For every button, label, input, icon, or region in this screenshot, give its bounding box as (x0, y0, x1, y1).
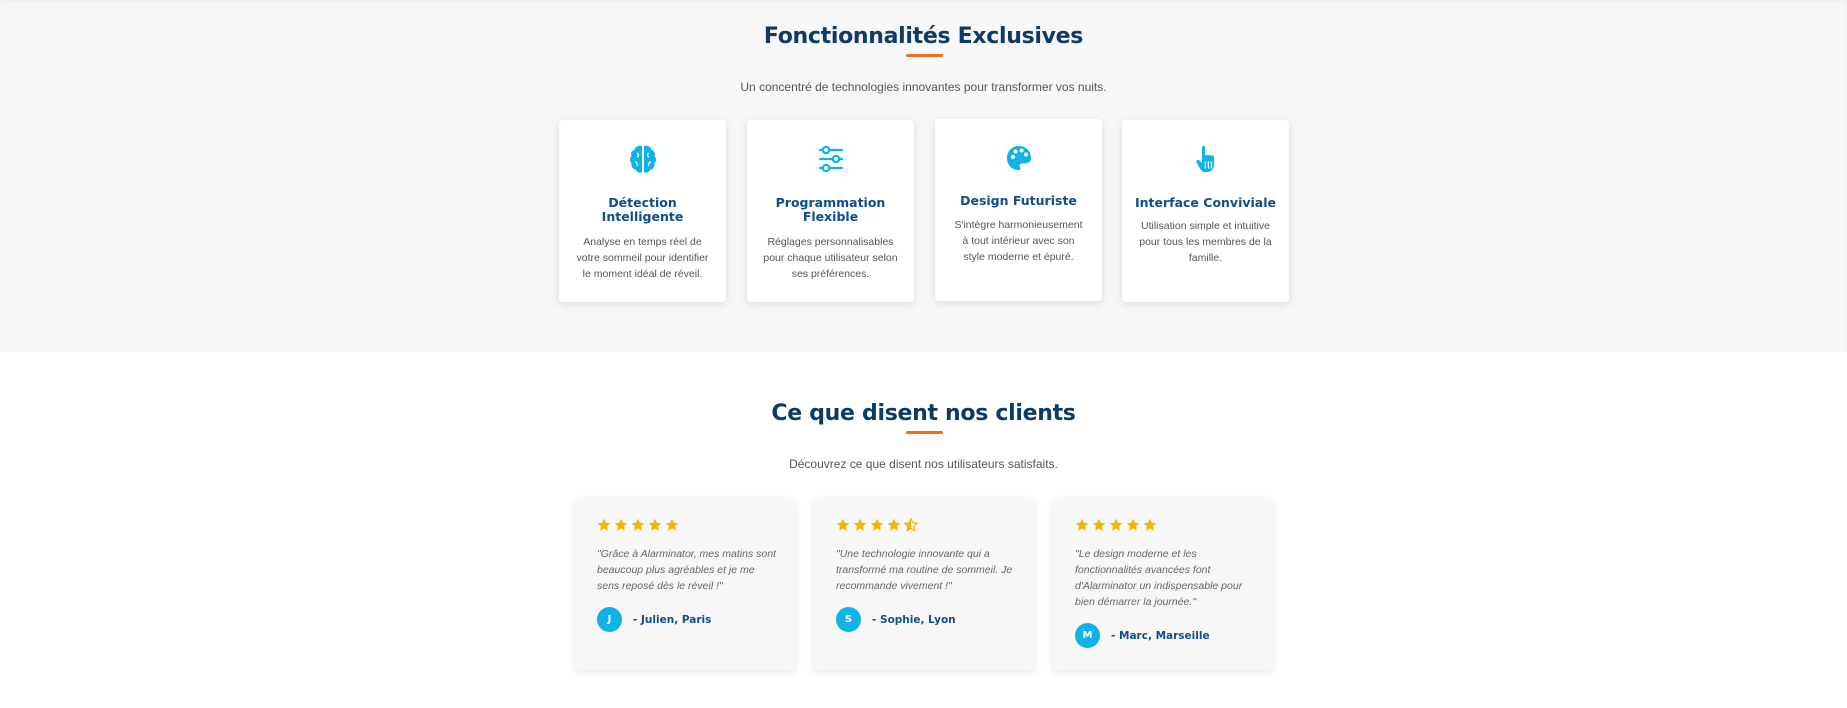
star-full-icon (887, 518, 901, 531)
testimonials-title-underline (906, 431, 943, 434)
testimonial-quote: "Le design moderne et les fonctionnalité… (1075, 548, 1243, 608)
brain-icon (559, 144, 726, 174)
star-full-icon (1075, 518, 1089, 531)
star-full-icon (597, 518, 611, 531)
feature-card-design: Design Futuriste S'intègre harmonieuseme… (935, 119, 1102, 301)
star-full-icon (1109, 518, 1123, 531)
star-full-icon (614, 518, 628, 531)
feature-title: Interface Conviviale (1134, 195, 1276, 210)
star-full-icon (648, 518, 662, 531)
testimonial-card: "Une technologie innovante qui a transfo… (814, 498, 1034, 670)
features-title-underline (906, 54, 943, 57)
testimonial-card: "Le design moderne et les fonctionnalité… (1053, 498, 1273, 670)
palette-icon (935, 143, 1102, 173)
star-full-icon (1143, 518, 1157, 531)
features-subtitle: Un concentré de technologies innovantes … (740, 80, 1107, 94)
star-rating (1075, 518, 1157, 532)
author-name: - Marc, Marseille (1111, 629, 1210, 642)
feature-card-interface: Interface Conviviale Utilisation simple … (1122, 120, 1289, 302)
author-name: - Julien, Paris (633, 613, 712, 626)
star-full-icon (853, 518, 867, 531)
testimonials-title: Ce que disent nos clients (771, 401, 1076, 426)
feature-card-programmation: Programmation Flexible Réglages personna… (747, 120, 914, 302)
star-full-icon (1092, 518, 1106, 531)
avatar: M (1075, 623, 1100, 648)
testimonial-quote: "Une technologie innovante qui a transfo… (836, 548, 1013, 592)
star-full-icon (631, 518, 645, 531)
feature-title: Programmation Flexible (775, 195, 886, 224)
author-name: - Sophie, Lyon (872, 613, 956, 626)
avatar: J (597, 607, 622, 632)
testimonial-card: "Grâce à Alarminator, mes matins sont be… (575, 498, 795, 670)
feature-title: Design Futuriste (960, 193, 1077, 208)
feature-card-detection: Détection Intelligente Analyse en temps … (559, 120, 726, 302)
feature-title: Détection Intelligente (601, 195, 684, 224)
sliders-icon (747, 144, 914, 174)
features-section: Fonctionnalités Exclusives Un concentré … (0, 0, 1847, 352)
star-full-icon (836, 518, 850, 531)
feature-description: Analyse en temps réel de votre sommeil p… (576, 236, 709, 280)
testimonial-quote: "Grâce à Alarminator, mes matins sont be… (597, 548, 776, 592)
star-rating (597, 518, 679, 532)
feature-description: Utilisation simple et intuitive pour tou… (1139, 220, 1272, 264)
hand-pointer-icon (1122, 144, 1289, 174)
testimonials-subtitle: Découvrez ce que disent nos utilisateurs… (789, 457, 1058, 471)
star-full-icon (1126, 518, 1140, 531)
star-rating (836, 518, 918, 532)
feature-description: Réglages personnalisables pour chaque ut… (763, 236, 898, 280)
testimonial-author: M - Marc, Marseille (1075, 623, 1210, 648)
testimonial-author: J - Julien, Paris (597, 607, 711, 632)
star-full-icon (665, 518, 679, 531)
avatar: S (836, 607, 861, 632)
features-title: Fonctionnalités Exclusives (763, 24, 1084, 49)
feature-description: S'intègre harmonieusement à tout intérie… (954, 219, 1083, 263)
star-full-icon (870, 518, 884, 531)
testimonial-author: S - Sophie, Lyon (836, 607, 956, 632)
star-half-icon (904, 518, 918, 532)
